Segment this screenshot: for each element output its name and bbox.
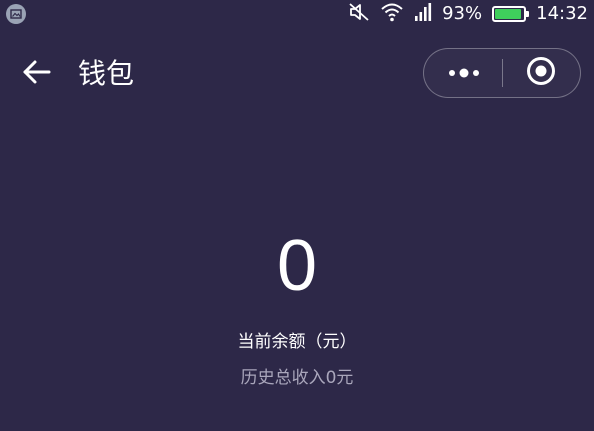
battery-fill — [495, 9, 522, 19]
arrow-left-icon — [22, 59, 52, 89]
more-button[interactable] — [424, 49, 503, 97]
page-title: 钱包 — [78, 57, 135, 90]
battery-cap — [526, 11, 530, 17]
status-bar: 93% 14:32 — [0, 0, 594, 28]
status-time: 14:32 — [536, 3, 588, 24]
history-income: 历史总收入0元 — [240, 368, 354, 388]
more-dots-icon — [447, 64, 481, 83]
close-button[interactable] — [501, 49, 580, 97]
target-circle-icon — [526, 56, 556, 90]
mini-program-capsule — [423, 48, 581, 98]
balance-label: 当前余额（元） — [237, 332, 357, 352]
balance-amount: 0 — [276, 226, 318, 306]
wifi-icon — [380, 2, 404, 26]
mute-icon — [348, 2, 370, 26]
signal-icon — [414, 2, 432, 26]
notification-app-icon — [6, 4, 26, 24]
battery-icon — [492, 6, 530, 22]
back-button[interactable] — [18, 58, 56, 90]
navigation-bar: 钱包 — [0, 44, 594, 104]
battery-percent: 93% — [442, 3, 483, 24]
status-indicators: 93% 14:32 — [338, 2, 588, 26]
